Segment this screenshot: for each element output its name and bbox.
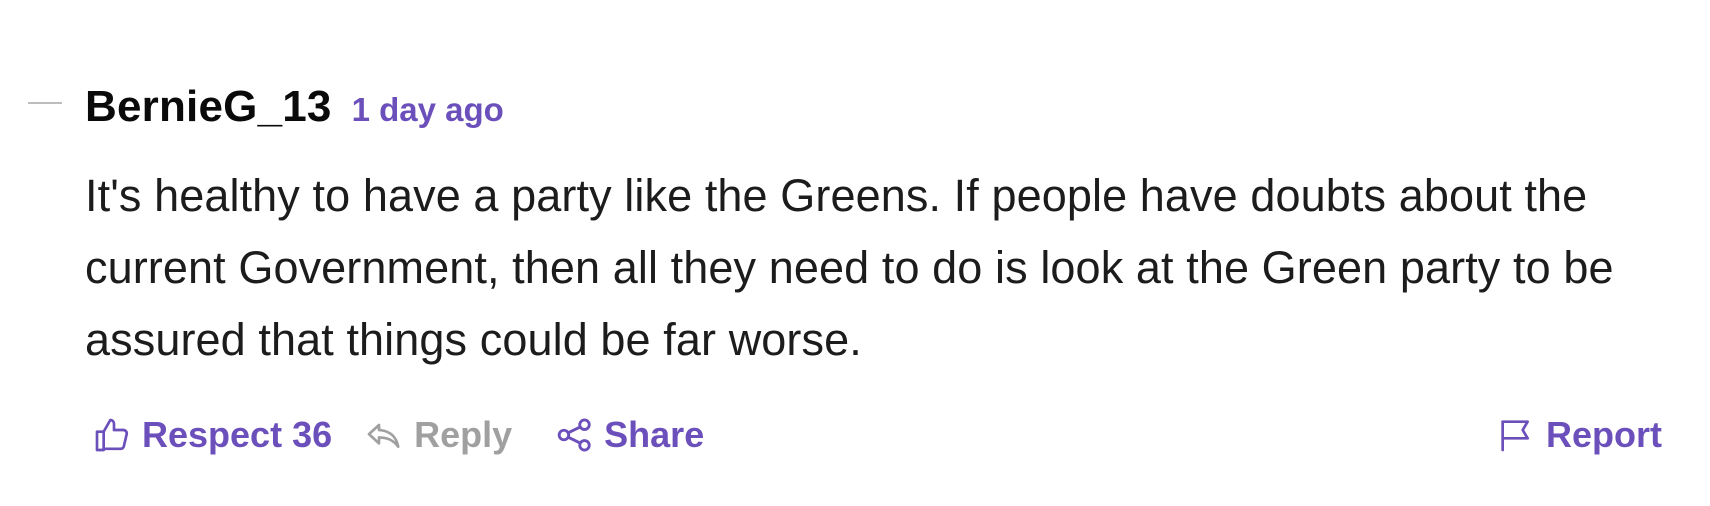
share-button[interactable]: Share bbox=[556, 414, 704, 456]
reply-arrow-icon bbox=[364, 415, 404, 455]
comment-actions: Respect 36 Reply Share Report bbox=[92, 410, 1662, 460]
comment-username[interactable]: BernieG_13 bbox=[85, 82, 332, 132]
respect-button[interactable]: Respect 36 bbox=[92, 414, 332, 456]
comment-body: It's healthy to have a party like the Gr… bbox=[85, 170, 1614, 365]
collapse-line-icon[interactable] bbox=[28, 102, 62, 104]
comment-card: BernieG_13 1 day ago It's healthy to hav… bbox=[0, 0, 1710, 506]
share-label: Share bbox=[604, 414, 705, 455]
flag-icon bbox=[1496, 415, 1536, 455]
thumbs-up-icon bbox=[92, 415, 132, 455]
reply-button[interactable]: Reply bbox=[364, 414, 512, 456]
report-label: Report bbox=[1546, 414, 1662, 455]
comment-header: BernieG_13 1 day ago bbox=[85, 82, 504, 132]
report-button[interactable]: Report bbox=[1496, 414, 1662, 456]
respect-label: Respect 36 bbox=[142, 414, 333, 455]
comment-timestamp[interactable]: 1 day ago bbox=[352, 91, 504, 129]
share-nodes-icon bbox=[556, 416, 594, 454]
reply-label: Reply bbox=[414, 414, 513, 455]
